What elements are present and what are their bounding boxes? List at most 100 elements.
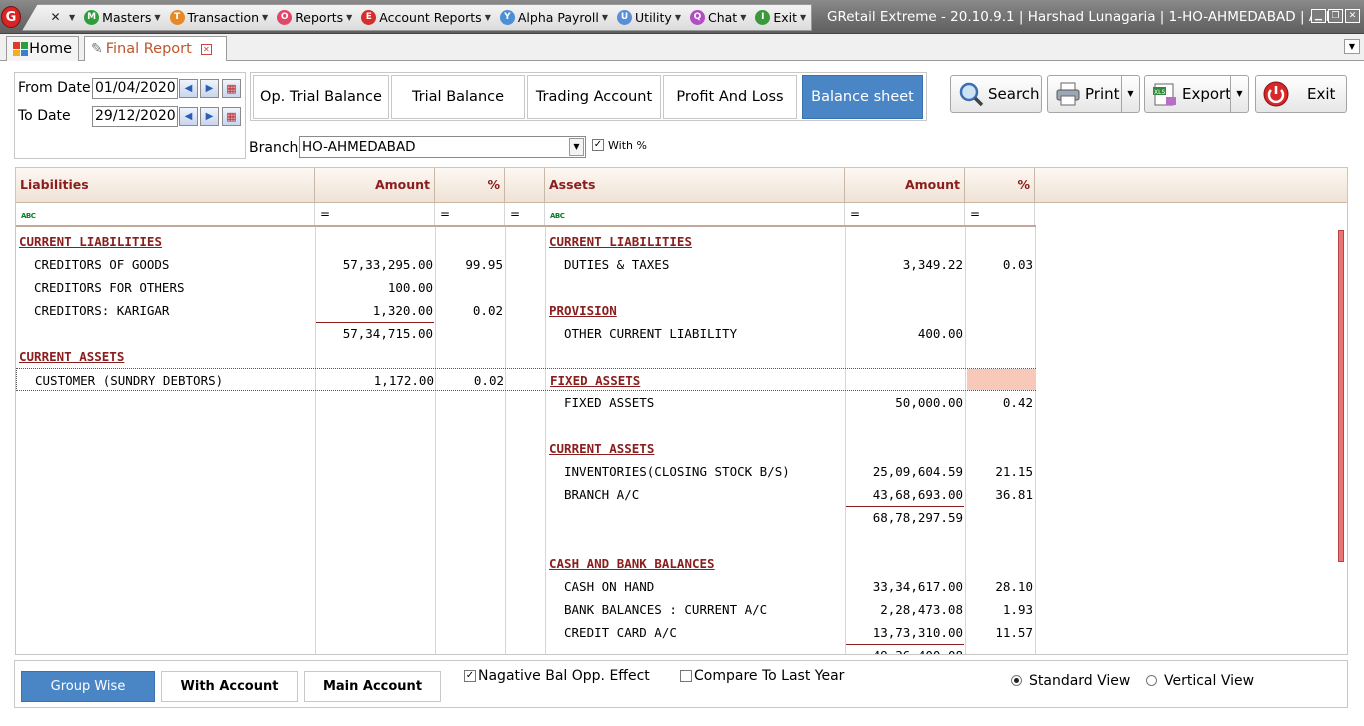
print-button-label: Print (1085, 85, 1120, 103)
main-account-button[interactable]: Main Account (304, 671, 441, 702)
search-button[interactable]: Search (950, 75, 1042, 113)
liability-name: CUSTOMER (SUNDRY DEBTORS) (35, 373, 224, 388)
compare-last-year-checkbox[interactable] (680, 670, 692, 682)
menu-alpha-payroll[interactable]: Y Alpha Payroll ▼ (499, 10, 608, 25)
menu-label: Utility (635, 10, 672, 25)
table-row[interactable]: 57,34,715.00 OTHER CURRENT LIABILITY 400.0… (16, 322, 1036, 345)
tabs-dropdown-icon[interactable]: ▼ (1344, 39, 1360, 54)
menu-label: Masters (102, 10, 152, 25)
tab-final-report[interactable]: ✎ Final Report ✕ (84, 36, 227, 61)
menu-chat[interactable]: Q Chat ▼ (689, 10, 747, 25)
vertical-view-radio[interactable] (1146, 675, 1157, 686)
table-row[interactable]: CUSTOMER (SUNDRY DEBTORS) 1,172.00 0.02 FIX… (16, 368, 1036, 391)
tab-op-trial-balance[interactable]: Op. Trial Balance (253, 75, 389, 119)
table-row[interactable]: CURRENT ASSETS (16, 345, 1036, 368)
vertical-view-label: Vertical View (1164, 673, 1255, 689)
vertical-scrollbar[interactable] (1338, 230, 1344, 562)
to-date-prev-icon[interactable]: ◀ (179, 107, 198, 126)
group-wise-button[interactable]: Group Wise (21, 671, 155, 702)
from-date-calendar-icon[interactable]: ▦ (222, 79, 241, 98)
from-date-input[interactable]: 01/04/2020 (92, 78, 178, 99)
table-row[interactable]: 49,36,400.08 (16, 644, 1036, 654)
table-row[interactable]: CURRENT ASSETS (16, 437, 1036, 460)
from-date-label: From Date (18, 80, 91, 96)
filter-liabilities[interactable]: ABC (16, 203, 315, 225)
table-row[interactable]: BANK BALANCES : CURRENT A/C 2,28,473.08 1.… (16, 598, 1036, 621)
with-account-button[interactable]: With Account (161, 671, 298, 702)
filter-assets-amount[interactable]: = (845, 203, 965, 225)
table-row[interactable] (16, 529, 1036, 552)
header-assets-pct[interactable]: % (965, 168, 1035, 203)
header-liabilities[interactable]: Liabilities (16, 168, 315, 203)
filter-liabilities-pct[interactable]: = (435, 203, 505, 225)
export-button[interactable]: XLS Export ▼ (1144, 75, 1249, 113)
menu-masters[interactable]: M Masters ▼ (84, 10, 161, 25)
menu-reports[interactable]: O Reports ▼ (277, 10, 352, 25)
export-xls-icon: XLS (1151, 80, 1179, 108)
filter-assets-pct[interactable]: = (965, 203, 1035, 225)
table-row[interactable]: CREDIT CARD A/C 13,73,310.00 11.57 (16, 621, 1036, 644)
menu-exit[interactable]: I Exit ▼ (755, 10, 806, 25)
focused-cell[interactable] (967, 369, 1036, 390)
tab-close-icon[interactable]: ✕ (200, 43, 212, 55)
close-button[interactable]: ✕ (1345, 9, 1360, 23)
restore-button[interactable]: ❐ (1328, 9, 1343, 23)
window-title: GRetail Extreme - 20.10.9.1 | Harshad Lu… (827, 9, 1357, 25)
branch-select[interactable]: HO-AHMEDABAD ▼ (299, 136, 586, 158)
from-date-prev-icon[interactable]: ◀ (179, 79, 198, 98)
to-date-next-icon[interactable]: ▶ (200, 107, 219, 126)
tab-home[interactable]: Home (6, 36, 79, 61)
main-menu: ✕ ▼ M Masters ▼ T Transaction ▼ O Reports ▼ E Accoun… (48, 4, 815, 31)
table-row[interactable]: CREDITORS OF GOODS 57,33,295.00 99.95 DUTIE… (16, 253, 1036, 276)
asset-amount: 25,09,604.59 (872, 464, 963, 479)
with-percent-checkbox[interactable]: ✓ (592, 139, 604, 151)
print-button[interactable]: Print ▼ (1047, 75, 1140, 113)
filter-spacer[interactable]: = (505, 203, 545, 225)
asset-amount: 33,34,617.00 (872, 579, 963, 594)
asset-name: FIXED ASSETS (550, 373, 641, 388)
from-date-next-icon[interactable]: ▶ (200, 79, 219, 98)
header-liabilities-pct[interactable]: % (435, 168, 505, 203)
asset-percent: 21.15 (995, 464, 1033, 479)
menu-account-reports[interactable]: E Account Reports ▼ (361, 10, 491, 25)
menu-utility[interactable]: U Utility ▼ (617, 10, 681, 25)
asset-amount: 43,68,693.00 (872, 487, 963, 502)
to-date-input[interactable]: 29/12/2020 (92, 106, 178, 127)
negative-bal-checkbox[interactable]: ✓ (464, 670, 476, 682)
table-row[interactable] (16, 414, 1036, 437)
tab-trading-account[interactable]: Trading Account (527, 75, 661, 119)
to-date-calendar-icon[interactable]: ▦ (222, 107, 241, 126)
minimize-button[interactable]: ▁ (1311, 9, 1326, 23)
table-row[interactable]: CREDITORS FOR OTHERS 100.00 (16, 276, 1036, 299)
print-dropdown-icon[interactable]: ▼ (1121, 76, 1139, 112)
balance-sheet-grid[interactable]: Liabilities Amount % Assets Amount % ABC… (15, 167, 1348, 655)
table-row[interactable]: CURRENT LIABILITIES CURRENT LIABILITIES (16, 230, 1036, 253)
table-row[interactable]: CASH AND BANK BALANCES (16, 552, 1036, 575)
table-row[interactable]: 68,78,297.59 (16, 506, 1036, 529)
masters-icon: M (84, 10, 100, 25)
wrench-icon: ✕ (50, 10, 61, 24)
exit-button[interactable]: Exit (1255, 75, 1347, 113)
menu-tools[interactable]: ✕ ▼ (48, 10, 75, 25)
export-dropdown-icon[interactable]: ▼ (1230, 76, 1248, 112)
table-row[interactable]: FIXED ASSETS 50,000.00 0.42 (16, 391, 1036, 414)
header-assets-amount[interactable]: Amount (845, 168, 965, 203)
app-logo[interactable]: G (1, 6, 21, 28)
header-assets[interactable]: Assets (545, 168, 845, 203)
filter-assets[interactable]: ABC (545, 203, 845, 225)
filter-toolbar: From Date 01/04/2020 ◀ ▶ ▦ To Date 29/12… (0, 61, 1364, 165)
standard-view-radio[interactable] (1011, 675, 1022, 686)
tab-trial-balance[interactable]: Trial Balance (391, 75, 525, 119)
tab-balance-sheet[interactable]: Balance sheet (802, 75, 923, 119)
filter-liabilities-amount[interactable]: = (315, 203, 435, 225)
table-row[interactable]: BRANCH A/C 43,68,693.00 36.81 (16, 483, 1036, 506)
chevron-down-icon: ▼ (740, 13, 747, 22)
asset-percent: 0.42 (1002, 395, 1033, 410)
table-row[interactable]: CASH ON HAND 33,34,617.00 28.10 (16, 575, 1036, 598)
table-row[interactable]: CREDITORS: KARIGAR 1,320.00 0.02 PROVISION (16, 299, 1036, 322)
chevron-down-icon[interactable]: ▼ (569, 138, 584, 156)
menu-transaction[interactable]: T Transaction ▼ (169, 10, 268, 25)
table-row[interactable]: INVENTORIES(CLOSING STOCK B/S) 25,09,604.… (16, 460, 1036, 483)
header-liabilities-amount[interactable]: Amount (315, 168, 435, 203)
tab-profit-and-loss[interactable]: Profit And Loss (663, 75, 797, 119)
